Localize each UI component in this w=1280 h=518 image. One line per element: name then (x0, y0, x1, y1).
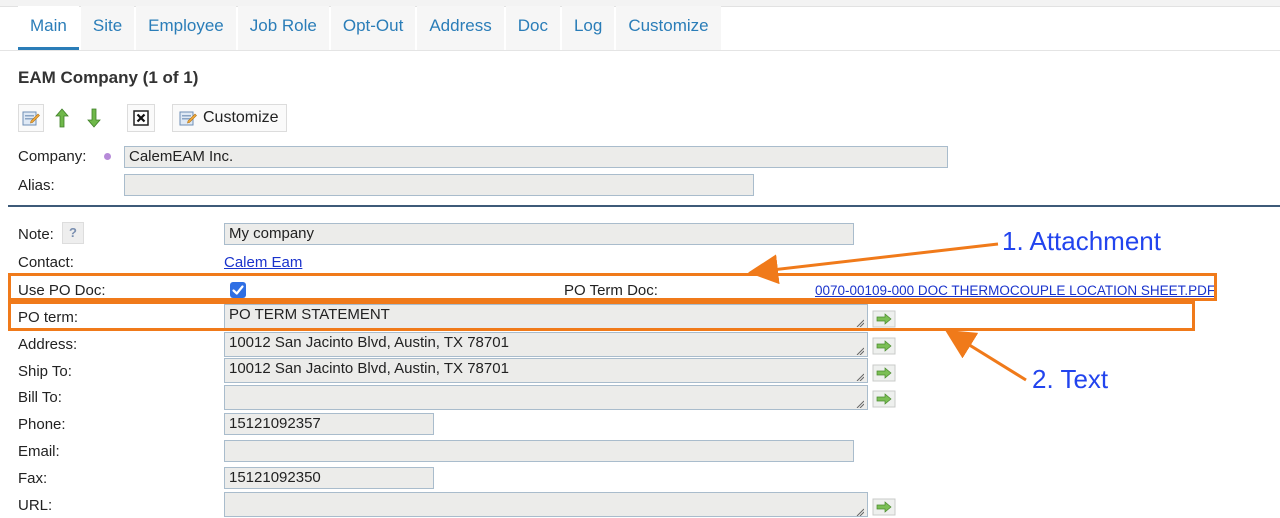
customize-button[interactable]: Customize (172, 104, 287, 132)
arrow-up-icon (55, 108, 69, 128)
annotation-box-attachment (8, 273, 1217, 301)
alias-label: Alias: (18, 177, 55, 194)
email-field[interactable] (224, 440, 854, 462)
company-label: Company: (18, 148, 87, 165)
resize-handle-icon[interactable] (856, 400, 864, 408)
arrow-down-icon (87, 108, 101, 128)
annotation-text-label: 2. Text (1032, 364, 1109, 394)
annotation-attachment-label: 1. Attachment (1002, 226, 1161, 256)
phone-label: Phone: (18, 416, 66, 433)
tab-log[interactable]: Log (561, 6, 615, 50)
arrow-text-line (944, 329, 1027, 382)
tab-bar: Main Site Employee Job Role Opt-Out Addr… (18, 6, 723, 50)
edit-button[interactable] (18, 104, 44, 132)
annotation-arrow-text (944, 329, 1027, 382)
delete-icon (133, 110, 149, 126)
move-down-button[interactable] (82, 104, 106, 132)
arrow-attachment (748, 242, 999, 285)
tab-customize[interactable]: Customize (616, 6, 721, 50)
fax-label: Fax: (18, 470, 48, 487)
tab-employee[interactable]: Employee (136, 6, 236, 50)
email-label: Email: (18, 443, 60, 460)
page-title: EAM Company (1 of 1) (18, 68, 199, 87)
contact-link[interactable]: Calem Eam (224, 254, 302, 271)
customize-button-label: Customize (203, 109, 279, 126)
customize-icon (179, 111, 197, 126)
ship-to-label: Ship To: (18, 363, 72, 380)
note-label: Note: (18, 226, 54, 243)
required-indicator (104, 153, 111, 160)
alias-field[interactable] (124, 174, 754, 196)
tab-address[interactable]: Address (417, 6, 504, 50)
phone-field[interactable]: 15121092357 (224, 413, 434, 435)
expand-url-icon[interactable] (872, 497, 896, 517)
delete-button[interactable] (127, 104, 155, 132)
resize-handle-icon[interactable] (856, 508, 864, 516)
fax-field[interactable]: 15121092350 (224, 467, 434, 489)
company-field[interactable]: CalemEAM Inc. (124, 146, 948, 168)
address-label: Address: (18, 336, 78, 353)
tab-bar-divider (0, 50, 1280, 51)
move-up-button[interactable] (50, 104, 74, 132)
note-help-icon[interactable]: ? (62, 222, 84, 244)
contact-label: Contact: (18, 254, 74, 271)
section-divider (8, 205, 1280, 207)
edit-icon (22, 111, 40, 126)
tab-doc[interactable]: Doc (505, 6, 560, 50)
url-label: URL: (18, 497, 53, 514)
tab-job-role[interactable]: Job Role (237, 6, 329, 50)
bill-to-label: Bill To: (18, 389, 62, 406)
tab-site[interactable]: Site (80, 6, 135, 50)
expand-bill-to-icon[interactable] (872, 389, 896, 409)
url-field[interactable] (224, 492, 868, 517)
tab-main[interactable]: Main (18, 6, 79, 50)
tab-opt-out[interactable]: Opt-Out (330, 6, 416, 50)
